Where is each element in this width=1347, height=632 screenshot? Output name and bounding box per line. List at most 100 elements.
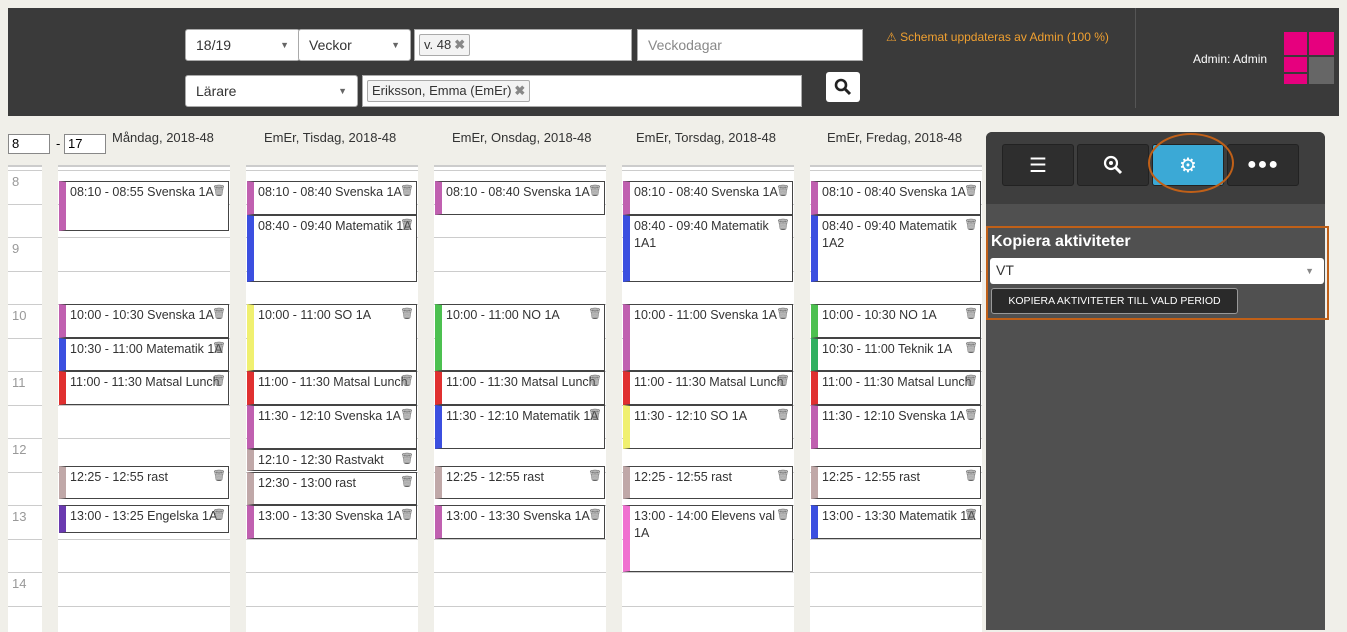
- person-tag[interactable]: Eriksson, Emma (EmEr) ✖: [367, 80, 531, 102]
- trash-icon[interactable]: 🗑: [212, 306, 226, 323]
- week-input[interactable]: v. 48 ✖: [414, 29, 632, 61]
- trash-icon[interactable]: 🗑: [588, 507, 602, 524]
- trash-icon[interactable]: 🗑: [588, 183, 602, 200]
- calendar-event[interactable]: 08:40 - 09:40 Matematik 1A 🗑: [247, 214, 417, 282]
- day-column-mon[interactable]: 08:10 - 08:55 Svenska 1A 🗑 10:00 - 10:30 S…: [58, 165, 230, 632]
- trash-icon[interactable]: 🗑: [776, 217, 790, 234]
- trash-icon[interactable]: 🗑: [400, 507, 414, 524]
- trash-icon[interactable]: 🗑: [776, 468, 790, 485]
- year-select[interactable]: 18/19 ▼: [185, 29, 300, 61]
- day-header-fri: EmEr, Fredag, 2018-48: [827, 130, 963, 145]
- trash-icon[interactable]: 🗑: [776, 373, 790, 390]
- trash-icon[interactable]: 🗑: [964, 217, 978, 234]
- calendar-event[interactable]: 08:40 - 09:40 Matematik 1A2 🗑: [811, 214, 981, 282]
- trash-icon[interactable]: 🗑: [212, 373, 226, 390]
- trash-icon[interactable]: 🗑: [588, 306, 602, 323]
- event-label: 11:30 - 12:10 Matematik 1A: [446, 408, 599, 423]
- trash-icon[interactable]: 🗑: [400, 217, 414, 234]
- search-button[interactable]: [826, 72, 860, 102]
- trash-icon[interactable]: 🗑: [588, 373, 602, 390]
- calendar-event[interactable]: 11:30 - 12:10 Matematik 1A 🗑: [435, 404, 605, 450]
- trash-icon[interactable]: 🗑: [400, 451, 414, 468]
- more-button[interactable]: ●●●: [1227, 144, 1299, 186]
- trash-icon[interactable]: 🗑: [776, 306, 790, 323]
- copy-activities-button[interactable]: KOPIERA AKTIVITETER TILL VALD PERIOD: [991, 288, 1238, 314]
- trash-icon[interactable]: 🗑: [776, 507, 790, 524]
- trash-icon[interactable]: 🗑: [400, 306, 414, 323]
- trash-icon[interactable]: 🗑: [400, 373, 414, 390]
- trash-icon[interactable]: 🗑: [964, 407, 978, 424]
- period-select[interactable]: VT ▼: [990, 258, 1324, 284]
- list-view-button[interactable]: ☰: [1002, 144, 1074, 186]
- trash-icon[interactable]: 🗑: [400, 407, 414, 424]
- calendar-event[interactable]: 08:10 - 08:40 Svenska 1A 🗑: [811, 181, 981, 215]
- trash-icon[interactable]: 🗑: [964, 507, 978, 524]
- calendar-event[interactable]: 11:00 - 11:30 Matsal Lunch 🗑: [59, 371, 229, 405]
- trash-icon[interactable]: 🗑: [964, 306, 978, 323]
- trash-icon[interactable]: 🗑: [400, 474, 414, 491]
- trash-icon[interactable]: 🗑: [776, 407, 790, 424]
- trash-icon[interactable]: 🗑: [776, 183, 790, 200]
- calendar-event[interactable]: 08:10 - 08:40 Svenska 1A 🗑: [435, 181, 605, 215]
- calendar-event[interactable]: 10:00 - 10:30 NO 1A 🗑: [811, 304, 981, 338]
- remove-icon[interactable]: ✖: [514, 83, 525, 98]
- trash-icon[interactable]: 🗑: [212, 507, 226, 524]
- day-column-wed[interactable]: 08:10 - 08:40 Svenska 1A 🗑 10:00 - 11:00 N…: [434, 165, 606, 632]
- zoom-button[interactable]: [1077, 144, 1149, 186]
- weekdays-input[interactable]: Veckodagar: [637, 29, 863, 61]
- calendar-event[interactable]: 13:00 - 13:30 Svenska 1A 🗑: [435, 505, 605, 539]
- trash-icon[interactable]: 🗑: [212, 468, 226, 485]
- calendar-event[interactable]: 10:00 - 11:00 SO 1A 🗑: [247, 304, 417, 371]
- trash-icon[interactable]: 🗑: [212, 340, 226, 357]
- person-input[interactable]: Eriksson, Emma (EmEr) ✖: [362, 75, 802, 107]
- calendar-event[interactable]: 10:00 - 11:00 NO 1A 🗑: [435, 304, 605, 371]
- calendar-event[interactable]: 13:00 - 13:30 Svenska 1A 🗑: [247, 505, 417, 539]
- calendar-event[interactable]: 13:00 - 14:00 Elevens val 1A 🗑: [623, 505, 793, 572]
- calendar-event[interactable]: 11:00 - 11:30 Matsal Lunch 🗑: [247, 371, 417, 405]
- calendar-event[interactable]: 12:25 - 12:55 rast 🗑: [623, 465, 793, 500]
- calendar-event[interactable]: 08:40 - 09:40 Matematik 1A1 🗑: [623, 214, 793, 282]
- remove-icon[interactable]: ✖: [454, 37, 465, 52]
- calendar-event[interactable]: 11:30 - 12:10 Svenska 1A 🗑: [247, 404, 417, 450]
- week-tag[interactable]: v. 48 ✖: [419, 34, 471, 56]
- trash-icon[interactable]: 🗑: [964, 340, 978, 357]
- calendar-event[interactable]: 12:25 - 12:55 rast 🗑: [435, 465, 605, 500]
- calendar-event[interactable]: 08:10 - 08:40 Svenska 1A 🗑: [623, 181, 793, 215]
- trash-icon[interactable]: 🗑: [400, 183, 414, 200]
- calendar-event[interactable]: 10:30 - 11:00 Matematik 1A 🗑: [59, 337, 229, 371]
- calendar-event[interactable]: 13:00 - 13:30 Matematik 1A 🗑: [811, 505, 981, 539]
- hour-line: [58, 438, 230, 439]
- event-label: 08:10 - 08:40 Svenska 1A: [258, 185, 402, 200]
- trash-icon[interactable]: 🗑: [212, 183, 226, 200]
- trash-icon[interactable]: 🗑: [588, 407, 602, 424]
- calendar-event[interactable]: 12:10 - 12:30 Rastvakt 🗑: [247, 449, 417, 472]
- calendar-event[interactable]: 08:10 - 08:55 Svenska 1A 🗑: [59, 181, 229, 232]
- calendar-event[interactable]: 11:00 - 11:30 Matsal Lunch 🗑: [435, 371, 605, 405]
- day-column-tue[interactable]: 08:10 - 08:40 Svenska 1A 🗑 08:40 - 09:40 M…: [246, 165, 418, 632]
- role-select[interactable]: Lärare ▼: [185, 75, 358, 107]
- calendar-event[interactable]: 10:30 - 11:00 Teknik 1A 🗑: [811, 337, 981, 371]
- calendar-event[interactable]: 12:25 - 12:55 rast 🗑: [59, 465, 229, 500]
- start-hour-input[interactable]: 8: [8, 134, 50, 154]
- trash-icon[interactable]: 🗑: [964, 183, 978, 200]
- period-type-select[interactable]: Veckor ▼: [298, 29, 411, 61]
- hour-line: [246, 572, 418, 573]
- calendar-event[interactable]: 12:30 - 13:00 rast 🗑: [247, 471, 417, 505]
- calendar-event[interactable]: 13:00 - 13:25 Engelska 1A 🗑: [59, 505, 229, 533]
- calendar-event[interactable]: 08:10 - 08:40 Svenska 1A 🗑: [247, 181, 417, 215]
- calendar-event[interactable]: 10:00 - 10:30 Svenska 1A 🗑: [59, 304, 229, 338]
- calendar-event[interactable]: 12:25 - 12:55 rast 🗑: [811, 465, 981, 500]
- trash-icon[interactable]: 🗑: [964, 468, 978, 485]
- day-column-fri[interactable]: 08:10 - 08:40 Svenska 1A 🗑 08:40 - 09:40 M…: [810, 165, 982, 632]
- day-column-thu[interactable]: 08:10 - 08:40 Svenska 1A 🗑 08:40 - 09:40 M…: [622, 165, 794, 632]
- calendar-event[interactable]: 10:00 - 11:00 Svenska 1A 🗑: [623, 304, 793, 371]
- calendar-event[interactable]: 11:00 - 11:30 Matsal Lunch 🗑: [623, 371, 793, 405]
- calendar-event[interactable]: 11:00 - 11:30 Matsal Lunch 🗑: [811, 371, 981, 405]
- hour-line: [58, 170, 230, 171]
- trash-icon[interactable]: 🗑: [964, 373, 978, 390]
- calendar-event[interactable]: 11:30 - 12:10 Svenska 1A 🗑: [811, 404, 981, 450]
- calendar-event[interactable]: 11:30 - 12:10 SO 1A 🗑: [623, 404, 793, 450]
- end-hour-input[interactable]: 17: [64, 134, 106, 154]
- hour-label: 12: [12, 442, 27, 457]
- trash-icon[interactable]: 🗑: [588, 468, 602, 485]
